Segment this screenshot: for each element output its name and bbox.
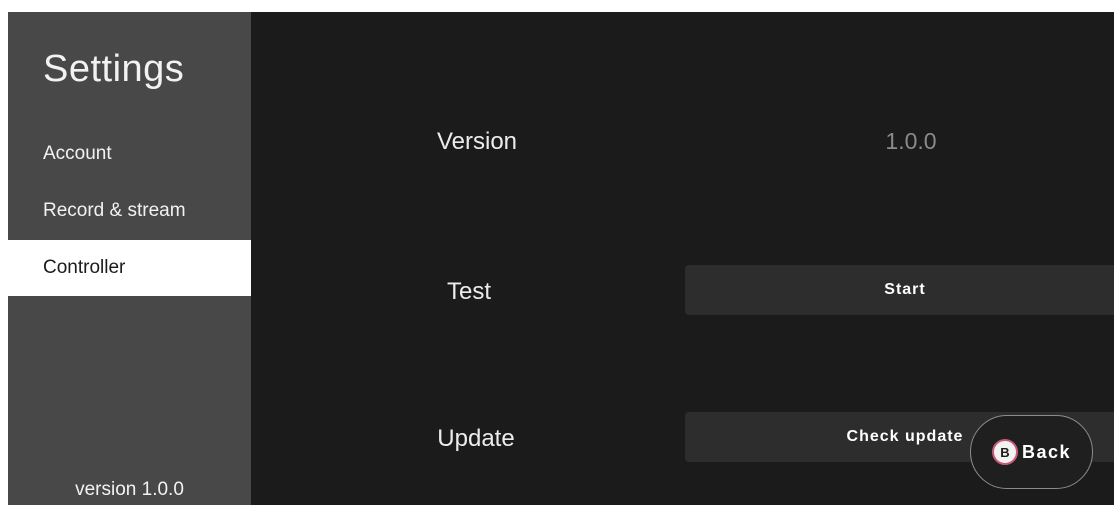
- settings-screen: Settings Account Record & stream Control…: [8, 12, 1114, 505]
- sidebar-item-record-stream[interactable]: Record & stream: [8, 183, 251, 239]
- app-version: version 1.0.0: [75, 479, 184, 500]
- start-button[interactable]: Start: [685, 265, 1114, 315]
- test-label: Test: [446, 278, 491, 305]
- sidebar-item-account[interactable]: Account: [8, 126, 251, 182]
- sidebar-title: Settings: [43, 48, 185, 90]
- b-button-icon: B: [991, 439, 1018, 465]
- back-button[interactable]: B Back: [970, 415, 1093, 489]
- sidebar-item-controller[interactable]: Controller: [8, 240, 251, 296]
- sidebar-item-label: Controller: [43, 257, 126, 278]
- update-label: Update: [437, 425, 515, 452]
- sidebar-item-label: Record & stream: [43, 200, 186, 221]
- version-label: Version: [436, 128, 518, 155]
- version-value: 1.0.0: [885, 128, 937, 154]
- sidebar-item-label: Account: [43, 143, 112, 164]
- sidebar: Settings Account Record & stream Control…: [8, 12, 251, 505]
- back-label: Back: [1021, 441, 1072, 462]
